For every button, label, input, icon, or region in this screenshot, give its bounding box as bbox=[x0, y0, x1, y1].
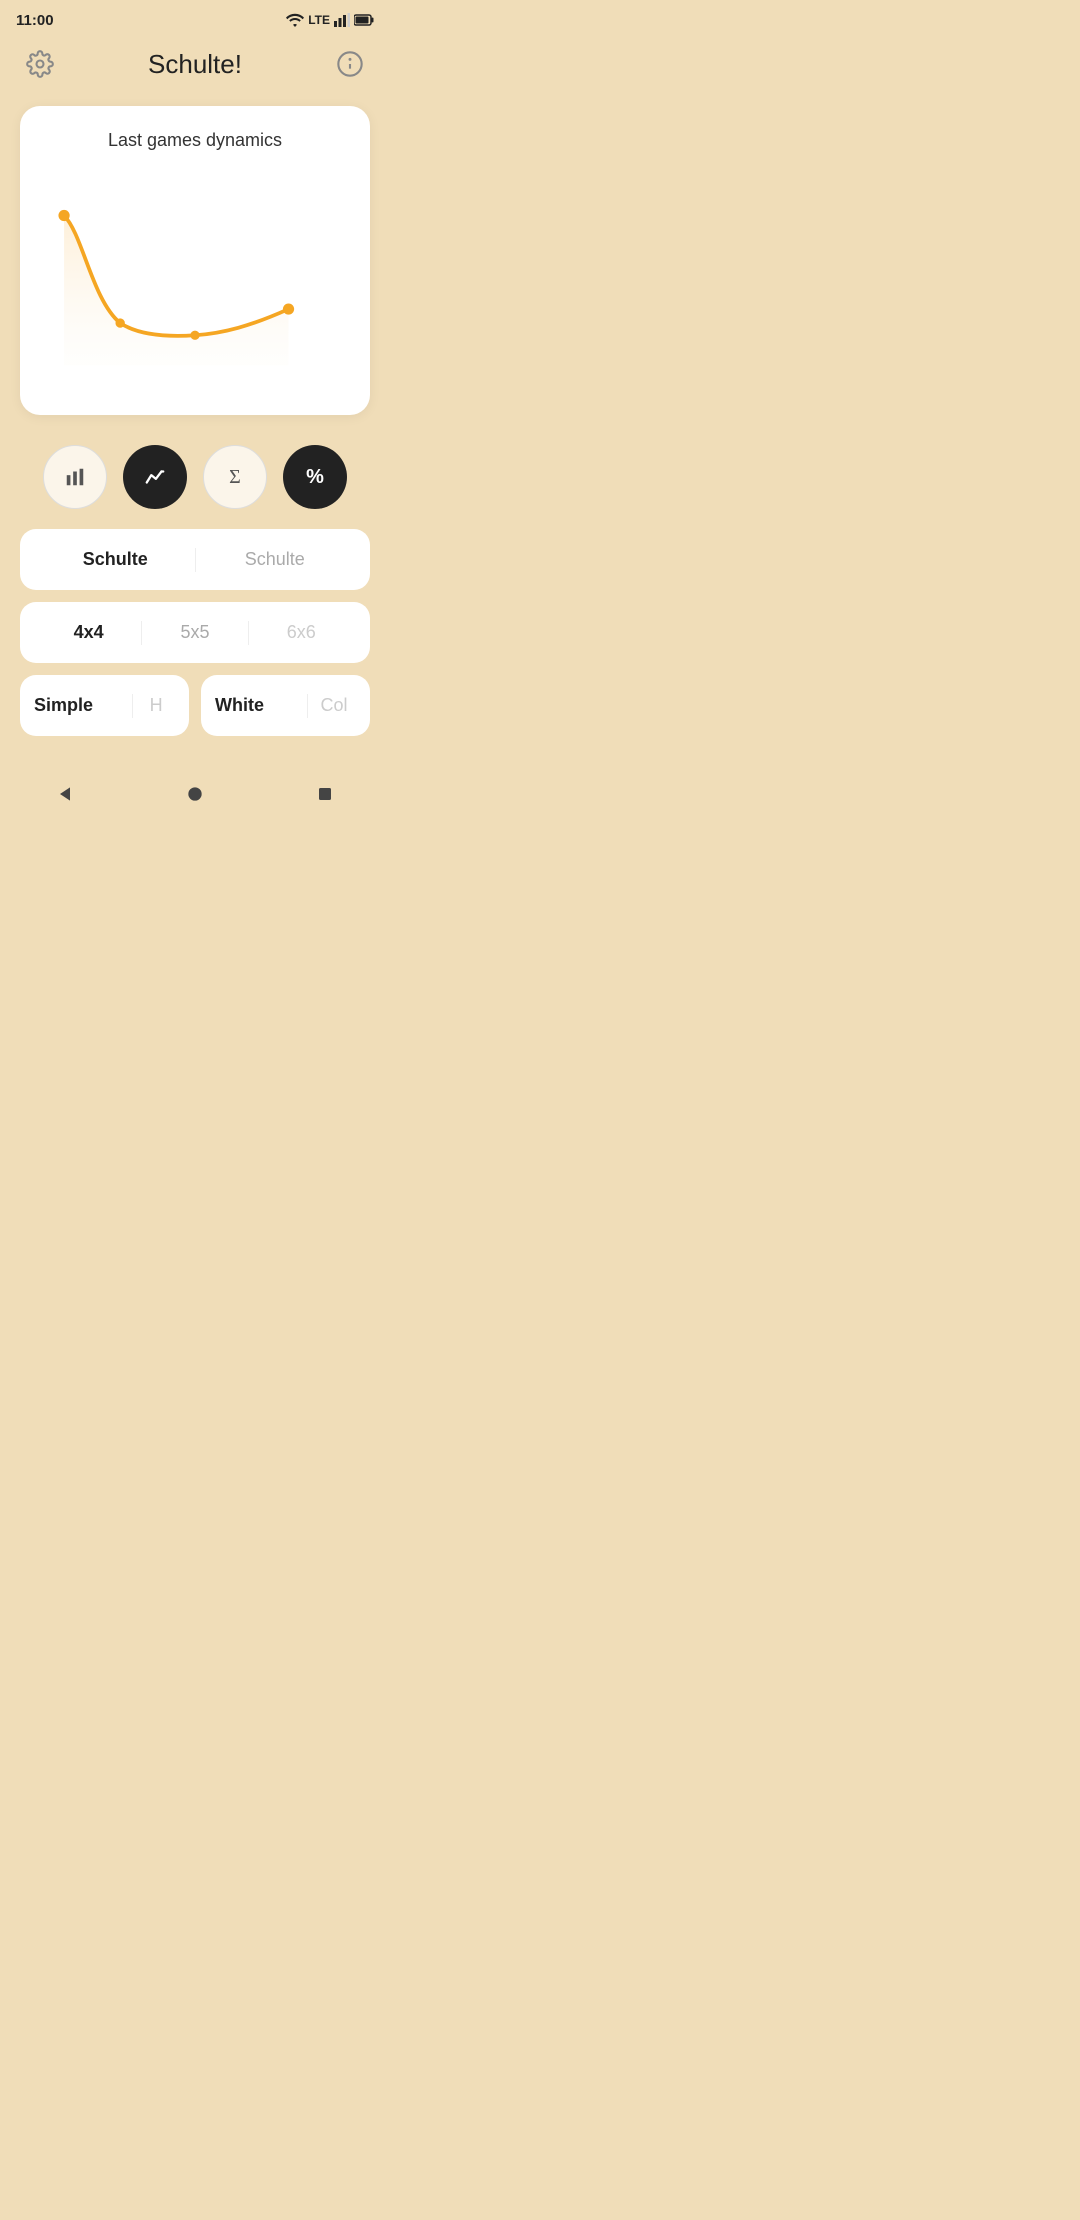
filter-line-chart[interactable] bbox=[123, 445, 187, 509]
nav-home-button[interactable] bbox=[173, 772, 217, 816]
selector-divider-4 bbox=[132, 694, 133, 718]
color-white[interactable]: White bbox=[215, 691, 303, 720]
filter-bar-chart[interactable] bbox=[43, 445, 107, 509]
nav-bar bbox=[0, 756, 390, 840]
filter-row: Σ % bbox=[20, 445, 370, 509]
status-bar: 11:00 LTE bbox=[0, 0, 390, 36]
percent-icon: % bbox=[306, 466, 324, 489]
chart-svg bbox=[36, 171, 354, 391]
mode-h[interactable]: H bbox=[137, 691, 175, 720]
mode-selector: Simple H bbox=[20, 675, 189, 736]
selector-divider-2 bbox=[141, 621, 142, 645]
color-selector: White Col bbox=[201, 675, 370, 736]
grid-selector: 4x4 5x5 6x6 bbox=[20, 602, 370, 663]
wifi-icon bbox=[286, 13, 304, 27]
chart-card: Last games dynamics bbox=[20, 106, 370, 415]
bar-chart-icon bbox=[64, 466, 86, 488]
game-type-selector: Schulte Schulte bbox=[20, 529, 370, 590]
chart-title: Last games dynamics bbox=[36, 130, 354, 151]
mode-simple[interactable]: Simple bbox=[34, 691, 128, 720]
info-icon bbox=[336, 50, 364, 78]
status-time: 11:00 bbox=[16, 12, 54, 29]
selector-divider-3 bbox=[248, 621, 249, 645]
sum-icon: Σ bbox=[229, 466, 241, 489]
info-button[interactable] bbox=[330, 44, 370, 84]
game-type-schulte-1[interactable]: Schulte bbox=[40, 545, 191, 574]
back-icon bbox=[55, 784, 75, 804]
app-title: Schulte! bbox=[148, 49, 242, 80]
battery-icon bbox=[354, 14, 374, 26]
recents-icon bbox=[316, 785, 334, 803]
bottom-selector-row: Simple H White Col bbox=[20, 675, 370, 736]
selector-divider-1 bbox=[195, 548, 196, 572]
grid-5x5[interactable]: 5x5 bbox=[146, 618, 243, 647]
status-icons: LTE bbox=[286, 13, 374, 27]
nav-back-button[interactable] bbox=[43, 772, 87, 816]
app-bar: Schulte! bbox=[0, 36, 390, 96]
settings-button[interactable] bbox=[20, 44, 60, 84]
lte-label: LTE bbox=[308, 13, 330, 27]
settings-icon bbox=[26, 50, 54, 78]
line-chart-icon bbox=[144, 466, 166, 488]
home-icon bbox=[185, 784, 205, 804]
selector-divider-5 bbox=[307, 694, 308, 718]
grid-4x4[interactable]: 4x4 bbox=[40, 618, 137, 647]
grid-6x6[interactable]: 6x6 bbox=[253, 618, 350, 647]
nav-recents-button[interactable] bbox=[303, 772, 347, 816]
chart-area bbox=[36, 171, 354, 391]
color-col[interactable]: Col bbox=[312, 691, 356, 720]
signal-icon bbox=[334, 13, 350, 27]
filter-percent[interactable]: % bbox=[283, 445, 347, 509]
game-type-schulte-2[interactable]: Schulte bbox=[200, 545, 351, 574]
filter-sum[interactable]: Σ bbox=[203, 445, 267, 509]
